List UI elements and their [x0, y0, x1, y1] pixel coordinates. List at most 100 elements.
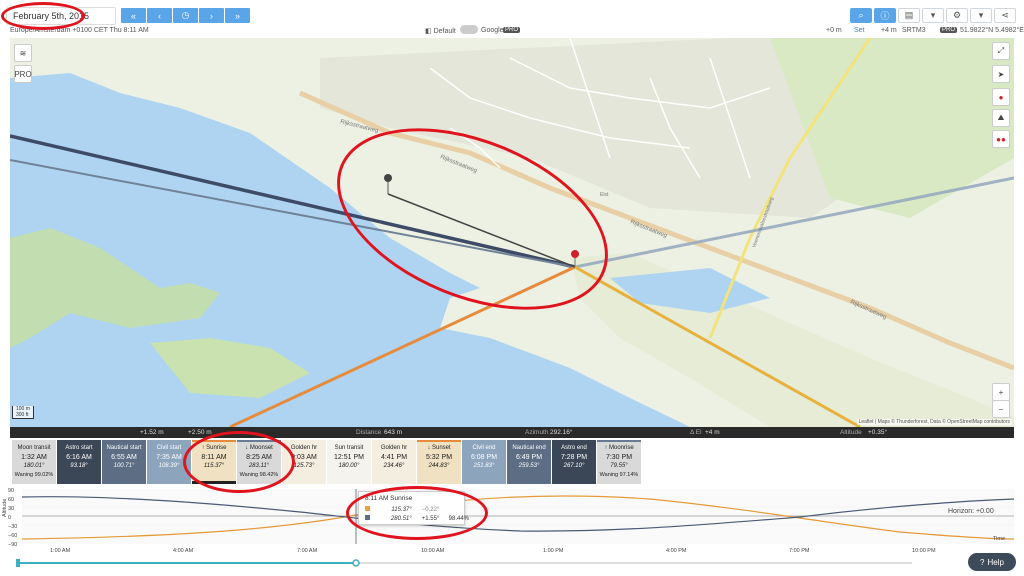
- locate-icon[interactable]: ➤: [992, 65, 1010, 83]
- event-name: Civil end: [472, 445, 496, 451]
- pro-badge: PRO: [940, 27, 958, 33]
- event-color-bar: [372, 440, 416, 442]
- x-tick-label: 10:00 AM: [421, 548, 445, 554]
- event-color-bar: [597, 440, 641, 442]
- x-tick-label: 10:00 PM: [912, 548, 936, 554]
- info-icon[interactable]: ⓘ: [874, 8, 896, 23]
- x-tick-label: 4:00 PM: [666, 548, 687, 554]
- place-label: Elst: [600, 192, 609, 198]
- annotation-circle: [346, 486, 488, 540]
- date-navigation: « ‹ ◷ › »: [121, 8, 251, 23]
- event-card[interactable]: Astro start 6:16 AM 93.18°: [57, 440, 101, 484]
- event-card[interactable]: Sun transit 12:51 PM 180.00°: [327, 440, 371, 484]
- event-color-bar: [57, 440, 101, 442]
- back-button[interactable]: ‹: [147, 8, 172, 23]
- y-tick-label: 60: [8, 497, 15, 503]
- layers-icon[interactable]: ≋: [14, 44, 32, 62]
- event-card[interactable]: ↑ Moonrise 7:30 PM 79.55° Waning 97.14%: [597, 440, 641, 484]
- back-fast-button[interactable]: «: [121, 8, 146, 23]
- event-card[interactable]: Nautical end 6:49 PM 259.53°: [507, 440, 551, 484]
- x-tick-label: 1:00 AM: [50, 548, 71, 554]
- event-time: 5:32 PM: [425, 454, 453, 461]
- pin-icon[interactable]: ●: [992, 88, 1010, 106]
- map-attribution[interactable]: Leaflet | Maps © Thunderforest, Data © O…: [856, 419, 1012, 425]
- elevation-right: +4 m: [881, 27, 897, 34]
- zoom-out-button[interactable]: −: [992, 400, 1010, 418]
- now-button[interactable]: ◷: [173, 8, 198, 23]
- event-color-bar: [282, 440, 326, 442]
- event-angle: 267.10°: [563, 463, 585, 469]
- elevation-pin-icon[interactable]: ⛰: [992, 109, 1010, 127]
- pro-map-button[interactable]: PRO: [14, 65, 32, 83]
- horizon-label: Horizon: +0.00: [948, 508, 994, 515]
- map-style-default[interactable]: ◧ Default: [425, 27, 456, 35]
- x-tick-label: 4:00 AM: [173, 548, 194, 554]
- stats-bar: +1.52 m +2.50 m Distance 643 m Azimuth 2…: [10, 427, 1014, 438]
- elevation-delta-value: +4 m: [705, 429, 720, 436]
- map-style-google[interactable]: Google: [481, 27, 504, 34]
- event-time: 12:51 PM: [334, 454, 364, 461]
- search-icon[interactable]: ⌕: [850, 8, 872, 23]
- event-extra: Waning 97.14%: [599, 472, 639, 478]
- event-card[interactable]: Nautical start 6:55 AM 100.71°: [102, 440, 146, 484]
- annotation-circle: [1, 2, 85, 30]
- fullscreen-icon[interactable]: ⤢: [992, 42, 1010, 60]
- help-button[interactable]: ? Help: [968, 553, 1016, 571]
- event-card[interactable]: ↓ Sunset 5:32 PM 244.83°: [417, 440, 461, 484]
- annotation-circle: [183, 431, 295, 493]
- forward-button[interactable]: ›: [199, 8, 224, 23]
- altitude-chart[interactable]: Altitude 90 60 30 0 −30 −60 −90 1:00 AM 4:00 AM…: [0, 487, 1024, 557]
- time-axis-label: Time: [993, 536, 1006, 542]
- help-icon: ?: [980, 557, 985, 567]
- srtm-label: SRTM3: [902, 27, 926, 34]
- event-card[interactable]: Golden hr 4:41 PM 234.46°: [372, 440, 416, 484]
- x-tick-label: 1:00 PM: [543, 548, 564, 554]
- chevron-down-icon[interactable]: ▾: [922, 8, 944, 23]
- y-tick-label: 30: [8, 506, 15, 512]
- set-link[interactable]: Set: [854, 27, 865, 34]
- event-time: 7:30 PM: [605, 454, 633, 461]
- forward-fast-button[interactable]: »: [225, 8, 250, 23]
- map-scale: 100 m 300 ft: [12, 406, 34, 419]
- event-angle: 251.83°: [473, 463, 495, 469]
- event-time: 1:32 AM: [21, 454, 47, 461]
- event-time: 6:49 PM: [515, 454, 543, 461]
- elevation-delta-label: Δ El: [690, 429, 702, 436]
- y-tick-label: 90: [8, 488, 15, 494]
- map-style-toggle[interactable]: [460, 25, 478, 34]
- events-row: Moon transit 1:32 AM 180.01° Waning 99.02% A…: [12, 440, 642, 486]
- x-tick-label: 7:00 AM: [297, 548, 318, 554]
- event-color-bar: [552, 440, 596, 442]
- event-time: 7:28 PM: [560, 454, 588, 461]
- right-tools: ⌕ ⓘ ▤ ▾ ⚙ ▾ ⋖: [850, 8, 1016, 23]
- y-tick-label: 0: [8, 515, 12, 521]
- event-name: Moon transit: [17, 445, 51, 451]
- event-angle: 180.01°: [23, 463, 45, 469]
- time-slider[interactable]: [16, 559, 916, 567]
- event-card[interactable]: Astro end 7:28 PM 267.10°: [552, 440, 596, 484]
- event-color-bar: [462, 440, 506, 442]
- event-card[interactable]: Civil end 6:08 PM 251.83°: [462, 440, 506, 484]
- help-label: Help: [987, 557, 1004, 567]
- chevron-down-icon[interactable]: ▾: [970, 8, 992, 23]
- share-icon[interactable]: ⋖: [994, 8, 1016, 23]
- x-tick-label: 7:00 PM: [789, 548, 810, 554]
- event-name: ↓ Sunset: [427, 445, 451, 451]
- gear-icon[interactable]: ⚙: [946, 8, 968, 23]
- altitude-value: +0.35°: [868, 429, 888, 436]
- event-extra: Waning 99.02%: [14, 472, 54, 478]
- event-name: ↑ Moonrise: [604, 445, 634, 451]
- slider-start-handle: [16, 559, 20, 567]
- distance-value: 643 m: [384, 429, 403, 436]
- y-tick-label: −60: [8, 533, 18, 539]
- event-name: Golden hr: [380, 445, 408, 451]
- pin-pair-icon[interactable]: ●●: [992, 130, 1010, 148]
- event-card[interactable]: Moon transit 1:32 AM 180.01° Waning 99.02%: [12, 440, 56, 484]
- event-angle: 234.46°: [383, 463, 405, 469]
- azimuth-label: Azimuth: [525, 429, 549, 436]
- distance-label: Distance: [356, 429, 382, 436]
- event-name: Sun transit: [334, 445, 364, 451]
- menu-icon[interactable]: ▤: [898, 8, 920, 23]
- zoom-in-button[interactable]: +: [992, 383, 1010, 401]
- slider-handle: [352, 559, 360, 567]
